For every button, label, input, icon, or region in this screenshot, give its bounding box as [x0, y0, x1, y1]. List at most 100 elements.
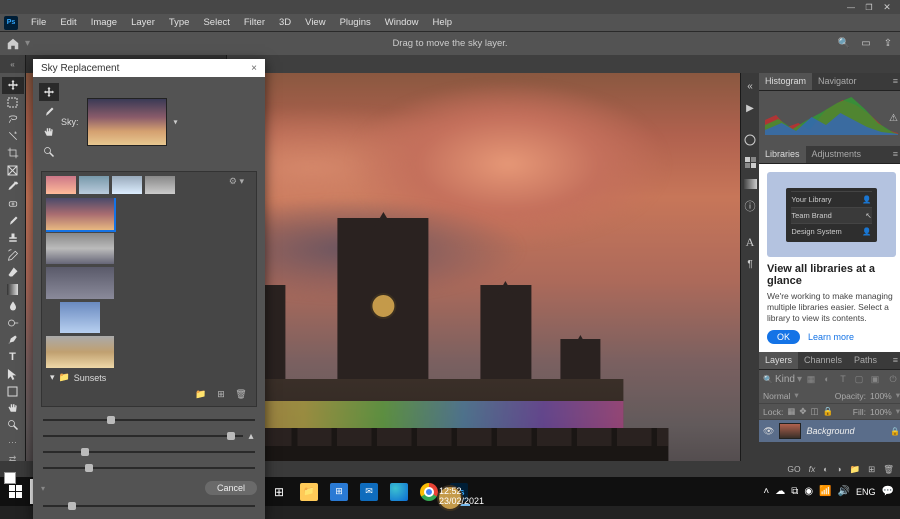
menu-layer[interactable]: Layer: [124, 15, 162, 30]
tab-navigator[interactable]: Navigator: [812, 73, 863, 90]
onedrive-icon[interactable]: ☁: [775, 486, 785, 497]
menu-window[interactable]: Window: [378, 15, 426, 30]
taskbar-mail[interactable]: ✉: [354, 477, 384, 506]
cancel-button[interactable]: Cancel: [205, 481, 257, 495]
filter-shape-icon[interactable]: ▢: [852, 372, 866, 386]
info-panel-icon[interactable]: ⓘ: [741, 197, 759, 215]
paragraph-panel-icon[interactable]: ¶: [741, 255, 759, 273]
dropbox-icon[interactable]: ⧉: [791, 486, 798, 497]
panel-menu-icon[interactable]: ≡: [887, 352, 900, 369]
tray-expand-icon[interactable]: ˄: [763, 486, 769, 497]
filter-kind-label[interactable]: Kind: [775, 374, 795, 385]
type-tool[interactable]: T: [2, 349, 24, 366]
share-icon[interactable]: ⇪: [878, 35, 898, 53]
search-icon[interactable]: 🔍: [834, 35, 854, 53]
lock-artboard-icon[interactable]: ◫: [810, 406, 818, 417]
path-select-tool[interactable]: [2, 366, 24, 383]
gradient-tool[interactable]: [2, 281, 24, 298]
menu-image[interactable]: Image: [84, 15, 124, 30]
sky-preset[interactable]: [46, 233, 114, 265]
import-sky-icon[interactable]: ⊞: [214, 389, 228, 400]
sky-move-tool[interactable]: [39, 83, 59, 101]
sky-preset[interactable]: [46, 336, 114, 368]
taskbar-store[interactable]: ⊞: [324, 477, 354, 506]
temperature-slider[interactable]: [43, 463, 255, 473]
expand-icon[interactable]: «: [741, 77, 759, 95]
eyedropper-tool[interactable]: [2, 179, 24, 196]
layer-name[interactable]: Background: [806, 426, 885, 436]
lock-icon[interactable]: 🔒: [890, 427, 900, 436]
more-tools[interactable]: ⋯: [2, 434, 24, 451]
panel-menu-icon[interactable]: ≡: [887, 73, 900, 90]
menu-filter[interactable]: Filter: [237, 15, 272, 30]
crop-tool[interactable]: [2, 145, 24, 162]
restore-button[interactable]: ❐: [860, 1, 878, 13]
history-brush-tool[interactable]: [2, 247, 24, 264]
delete-icon[interactable]: 🗑: [234, 389, 248, 400]
menu-select[interactable]: Select: [196, 15, 236, 30]
tab-histogram[interactable]: Histogram: [759, 73, 812, 90]
zoom-tool[interactable]: [2, 417, 24, 434]
toolbar-collapse-icon[interactable]: «: [0, 55, 26, 73]
learn-more-link[interactable]: Learn more: [808, 332, 854, 342]
stamp-tool[interactable]: [2, 230, 24, 247]
tab-layers[interactable]: Layers: [759, 352, 798, 369]
frame-tool[interactable]: [2, 162, 24, 179]
menu-type[interactable]: Type: [162, 15, 197, 30]
wifi-icon[interactable]: 📶: [819, 486, 831, 497]
sky-thumb[interactable]: [112, 176, 142, 194]
lock-pixels-icon[interactable]: ▦: [787, 406, 795, 417]
new-layer-icon[interactable]: ⊞: [868, 464, 875, 475]
swatches-panel-icon[interactable]: [741, 153, 759, 171]
filter-pixel-icon[interactable]: ▦: [804, 372, 818, 386]
taskbar-explorer[interactable]: 📁: [294, 477, 324, 506]
sky-thumb[interactable]: [145, 176, 175, 194]
cc-icon[interactable]: ◉: [804, 486, 813, 497]
new-folder-icon[interactable]: 📁: [194, 389, 208, 400]
tab-libraries[interactable]: Libraries: [759, 146, 806, 163]
sky-thumb[interactable]: [46, 176, 76, 194]
dialog-close-icon[interactable]: ×: [251, 63, 257, 74]
fade-edge-slider[interactable]: ▴: [43, 431, 255, 441]
fx-icon[interactable]: fx: [809, 464, 816, 474]
language-indicator[interactable]: ENG: [856, 487, 876, 497]
taskbar-edge[interactable]: [384, 477, 414, 506]
sky-thumb[interactable]: [79, 176, 109, 194]
sky-preset-list[interactable]: [46, 198, 252, 368]
menu-file[interactable]: File: [24, 15, 53, 30]
close-button[interactable]: ✕: [878, 1, 896, 13]
opacity-value[interactable]: 100%: [870, 391, 892, 401]
menu-view[interactable]: View: [298, 15, 332, 30]
folder-name[interactable]: Sunsets: [74, 373, 107, 383]
fill-value[interactable]: 100%: [870, 407, 892, 417]
menu-plugins[interactable]: Plugins: [333, 15, 378, 30]
tab-paths[interactable]: Paths: [848, 352, 883, 369]
shift-edge-slider[interactable]: [43, 415, 255, 425]
tab-adjustments[interactable]: Adjustments: [806, 146, 868, 163]
ok-button[interactable]: OK: [767, 330, 800, 344]
lock-all-icon[interactable]: 🔒: [823, 406, 834, 417]
blend-mode-select[interactable]: Normal: [763, 391, 790, 401]
character-panel-icon[interactable]: A: [741, 233, 759, 251]
sky-preset[interactable]: [60, 302, 100, 334]
pen-tool[interactable]: [2, 332, 24, 349]
healing-tool[interactable]: [2, 196, 24, 213]
layer-row[interactable]: 👁 Background 🔒: [759, 420, 900, 442]
menu-help[interactable]: Help: [426, 15, 460, 30]
sky-hand-tool[interactable]: [39, 123, 59, 141]
group-icon[interactable]: 📁: [849, 464, 860, 475]
visibility-icon[interactable]: 👁: [763, 426, 774, 437]
dialog-titlebar[interactable]: Sky Replacement ×: [33, 59, 265, 77]
layer-thumbnail[interactable]: [779, 423, 801, 439]
marquee-tool[interactable]: [2, 94, 24, 111]
brush-tool[interactable]: [2, 213, 24, 230]
menu-edit[interactable]: Edit: [53, 15, 83, 30]
lock-position-icon[interactable]: ✥: [799, 406, 806, 417]
blur-tool[interactable]: [2, 298, 24, 315]
dodge-tool[interactable]: [2, 315, 24, 332]
panel-menu-icon[interactable]: ≡: [887, 146, 900, 163]
workspace-icon[interactable]: ▭: [856, 35, 876, 53]
home-icon[interactable]: [4, 35, 22, 53]
color-panel-icon[interactable]: [741, 131, 759, 149]
foreground-swatch[interactable]: [4, 472, 16, 484]
